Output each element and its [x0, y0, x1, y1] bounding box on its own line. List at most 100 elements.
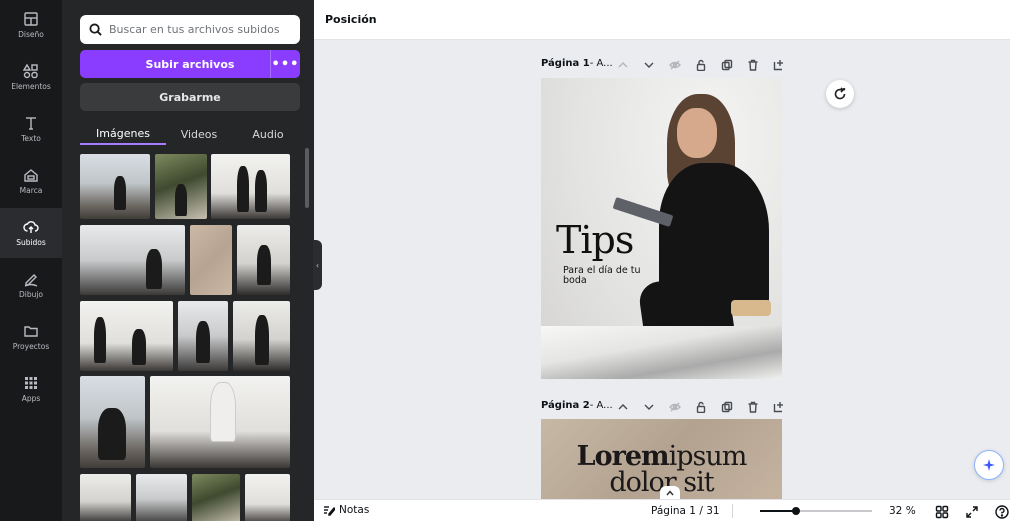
chevron-left-icon: ‹ [315, 260, 320, 270]
notes-label: Notas [339, 504, 370, 516]
uploads-panel: Subir archivos ••• Grabarme Imágenes Vid… [62, 0, 314, 521]
image-thumbnail[interactable] [80, 301, 173, 371]
tab-audio[interactable]: Audio [232, 123, 304, 145]
rail-item-projects[interactable]: Proyectos [0, 312, 62, 362]
page-2-number: Página 2 [541, 400, 590, 411]
record-yourself-button[interactable]: Grabarme [80, 83, 300, 111]
chevron-up-icon[interactable] [617, 59, 629, 71]
rail-label: Marca [19, 186, 43, 195]
upload-more-options-button[interactable]: ••• [270, 50, 300, 78]
panel-scrollbar[interactable] [305, 148, 309, 208]
trash-icon[interactable] [747, 401, 759, 413]
rail-item-elements[interactable]: Elementos [0, 52, 62, 102]
rail-label: Elementos [11, 82, 51, 91]
image-thumbnail[interactable] [233, 301, 290, 371]
tab-images[interactable]: Imágenes [80, 123, 166, 145]
page-1-name: - A... [589, 58, 613, 69]
layout-icon [24, 12, 38, 26]
design-page-1[interactable]: Tips Para el día de tu boda [541, 78, 782, 379]
hide-page-icon[interactable] [669, 59, 681, 71]
notes-button[interactable]: Notas [323, 504, 369, 516]
upload-files-button[interactable]: Subir archivos ••• [80, 50, 300, 78]
rail-item-apps[interactable]: Apps [0, 364, 62, 414]
tab-images-label: Imágenes [96, 126, 150, 140]
lock-icon[interactable] [695, 59, 707, 71]
editor-header: Posición [314, 0, 1010, 40]
image-thumbnail[interactable] [237, 225, 290, 295]
trash-icon[interactable] [747, 59, 759, 71]
zoom-level[interactable]: 32 % [889, 505, 916, 517]
image-thumbnail[interactable] [178, 301, 228, 371]
cloud-upload-icon [23, 221, 39, 233]
collapse-panel-button[interactable]: ‹ [313, 240, 322, 290]
page-1-number: Página 1 [541, 58, 590, 69]
tab-videos[interactable]: Videos [170, 123, 228, 145]
rail-label: Dibujo [18, 290, 44, 299]
page-2-toolbar [617, 401, 785, 413]
chevron-down-icon[interactable] [643, 59, 655, 71]
lock-icon[interactable] [695, 401, 707, 413]
magic-assistant-button[interactable] [974, 450, 1004, 480]
image-thumbnail[interactable] [211, 154, 290, 219]
draw-icon [24, 274, 38, 287]
page-2-title[interactable]: Página 2 - A... [541, 400, 613, 411]
refresh-icon [834, 87, 846, 100]
image-thumbnail[interactable] [80, 154, 150, 219]
duplicate-page-icon[interactable] [721, 401, 733, 413]
rail-item-brand[interactable]: Marca [0, 156, 62, 206]
rail-item-design[interactable]: Diseño [0, 0, 62, 50]
page-1-toolbar [617, 59, 785, 71]
page-counter[interactable]: Página 1 / 31 [651, 505, 720, 517]
upload-files-label: Subir archivos [145, 57, 235, 71]
duplicate-page-icon[interactable] [721, 59, 733, 71]
image-thumbnail[interactable] [155, 154, 207, 219]
chevron-down-icon[interactable] [643, 401, 655, 413]
help-icon [995, 505, 1009, 519]
notes-icon [324, 506, 335, 516]
show-pages-button[interactable] [660, 486, 680, 499]
side-navigation-rail: Diseño Elementos Texto Marca Subidos Dib… [0, 0, 62, 521]
brand-icon [24, 169, 38, 182]
page-1-subheading[interactable]: Para el día de tu boda [563, 266, 663, 286]
image-thumbnail[interactable] [80, 225, 185, 295]
apps-grid-icon [25, 377, 37, 389]
help-button[interactable] [995, 504, 1009, 519]
rail-label: Subidos [16, 238, 46, 247]
hide-page-icon[interactable] [669, 401, 681, 413]
fullscreen-button[interactable] [965, 504, 979, 518]
image-thumbnail[interactable] [192, 474, 240, 521]
image-thumbnail[interactable] [190, 225, 232, 295]
image-thumbnail[interactable] [80, 474, 131, 521]
zoom-slider-handle[interactable] [792, 507, 800, 515]
search-box[interactable] [80, 15, 300, 44]
search-icon [89, 23, 102, 36]
photo-face [677, 108, 717, 158]
chevron-up-icon[interactable] [617, 401, 629, 413]
search-input[interactable] [109, 23, 289, 36]
grid-view-icon [935, 505, 949, 519]
zoom-slider[interactable] [760, 507, 872, 515]
regenerate-button[interactable] [826, 80, 854, 108]
add-page-icon[interactable] [773, 401, 785, 413]
text-icon [26, 117, 36, 130]
rail-label: Texto [21, 134, 41, 143]
rail-label: Diseño [18, 30, 44, 39]
expand-icon [966, 506, 978, 518]
image-thumbnail[interactable] [80, 376, 145, 468]
image-thumbnail[interactable] [150, 376, 290, 468]
position-button[interactable]: Posición [325, 13, 377, 26]
tab-videos-label: Videos [180, 127, 218, 141]
page-1-title[interactable]: Página 1 - A... [541, 58, 613, 69]
page-1-heading[interactable]: Tips [556, 218, 634, 262]
rail-item-draw[interactable]: Dibujo [0, 260, 62, 310]
sparkle-icon [983, 459, 995, 471]
photo-papers [541, 326, 782, 379]
rail-item-text[interactable]: Texto [0, 104, 62, 154]
zoom-slider-fill [760, 510, 796, 512]
image-thumbnail[interactable] [245, 474, 290, 521]
add-page-icon[interactable] [773, 59, 785, 71]
footer-divider [732, 504, 733, 518]
rail-item-uploads[interactable]: Subidos [0, 208, 62, 258]
grid-view-button[interactable] [935, 504, 949, 519]
image-thumbnail[interactable] [136, 474, 187, 521]
